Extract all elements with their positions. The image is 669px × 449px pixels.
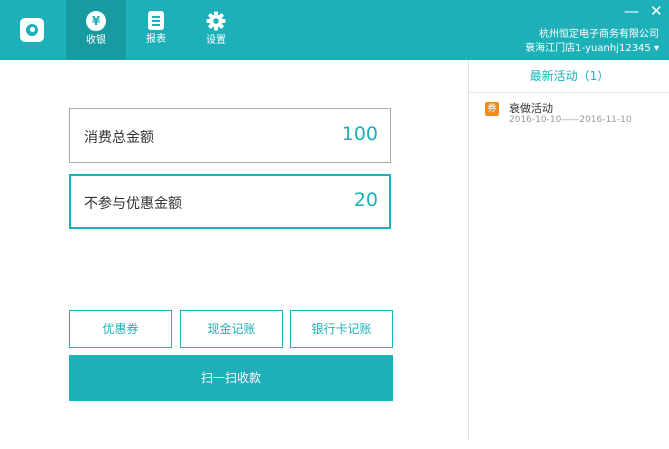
close-icon[interactable]: ✕: [650, 4, 663, 19]
tab-report[interactable]: 报表: [126, 0, 186, 60]
tab-settings-label: 设置: [206, 35, 226, 46]
cash-record-button[interactable]: 现金记账: [180, 310, 283, 348]
non-discount-amount-label: 不参与优惠金额: [84, 196, 182, 212]
account-switcher[interactable]: 衰海江门店1-yuanhj12345 ▾: [525, 42, 659, 56]
coupon-button[interactable]: 优惠券: [69, 310, 172, 348]
activity-dates: 2016-10-10——2016-11-10: [509, 115, 632, 125]
gear-icon: [206, 11, 226, 31]
tab-settings[interactable]: 设置: [186, 0, 246, 60]
tab-report-label: 报表: [146, 34, 166, 45]
company-name: 杭州恒定电子商务有限公司: [539, 29, 659, 40]
account-name: 衰海江门店1-yuanhj12345: [525, 43, 651, 54]
total-amount-label: 消费总金额: [84, 130, 154, 146]
total-amount-field[interactable]: 消费总金额 100: [69, 108, 391, 163]
coupon-badge-icon: 券: [485, 102, 499, 116]
report-icon: [148, 11, 164, 30]
app-logo-icon: [20, 18, 44, 42]
activity-name: 衰做活动: [509, 102, 553, 115]
merchant-info: 杭州恒定电子商务有限公司 衰海江门店1-yuanhj12345 ▾: [525, 28, 659, 56]
tab-cashier-label: 收银: [86, 35, 106, 46]
non-discount-amount-field[interactable]: 不参与优惠金额 20: [69, 174, 391, 229]
chevron-down-icon: ▾: [653, 43, 659, 54]
minimize-icon[interactable]: —: [624, 4, 639, 19]
activity-sidebar: 最新活动（1） 券 衰做活动 2016-10-10——2016-11-10: [468, 60, 669, 440]
tab-cashier[interactable]: ¥ 收银: [66, 0, 126, 60]
bank-card-record-button[interactable]: 银行卡记账: [290, 310, 393, 348]
latest-activities-title: 最新活动（1）: [469, 60, 669, 93]
total-amount-value: 100: [341, 123, 378, 145]
yen-icon: ¥: [86, 11, 106, 31]
non-discount-amount-value: 20: [353, 189, 378, 211]
top-bar: ¥ 收银 报表 设置 — ✕ 杭州恒定电子商务有限公司 衰海江门店1-yuanh…: [0, 0, 669, 60]
scan-pay-button[interactable]: 扫一扫收款: [69, 355, 393, 401]
